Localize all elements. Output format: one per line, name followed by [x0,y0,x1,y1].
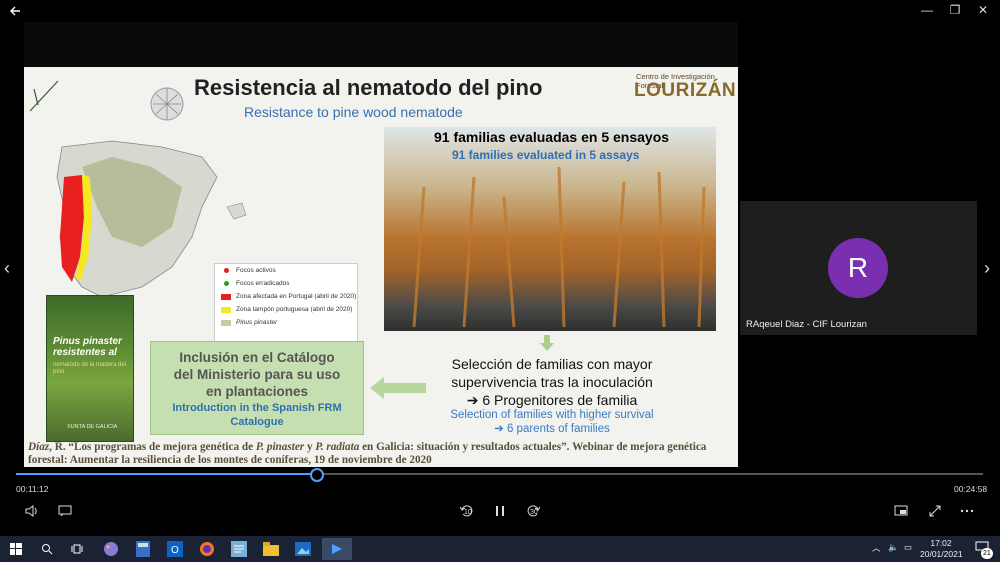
elapsed-time: 00:11:12 [16,484,49,494]
notes-icon [231,541,247,557]
seek-progress [16,473,316,475]
window-titlebar [0,0,1000,22]
windows-icon [10,543,22,555]
legend-item: Zona afectada en Portugal (abril de 2020… [215,290,357,303]
participant-name: RAqeuel Diaz - CIF Lourizan [746,319,867,330]
catalogue-box: Inclusión en el Catálogo del Ministerio p… [150,341,364,435]
firefox-icon [200,542,214,556]
yellow-swatch-icon [221,306,231,313]
more-icon [960,509,974,513]
rewind-seconds: 10 [464,509,472,516]
institution-logo: LOURIZÁN [634,80,737,101]
book-title-2: resistentes al [53,347,117,358]
start-button[interactable] [5,539,27,559]
book-cover: Pinus pinaster resistentes al nematodo de… [46,295,134,442]
map-legend: Focos activos Focos erradicados Zona afe… [214,263,358,343]
legend-item: Focos activos [215,264,357,277]
photo-heading-es: 91 familias evaluadas en 5 ensayos [434,129,670,145]
taskbar-app-photos[interactable] [292,539,314,559]
forward-button[interactable]: 30 [522,503,544,519]
greenhouse-photo: 91 familias evaluadas en 5 ensayos 91 fa… [384,127,716,331]
taskbar-app-firefox[interactable] [196,539,218,559]
task-view-button[interactable] [66,539,88,559]
tray-network-icon[interactable]: ▭ [904,542,912,553]
taskbar-app-outlook[interactable]: O [164,539,186,559]
photos-icon [295,542,311,556]
legend-item: Focos erradicados [215,277,357,290]
beige-swatch-icon [221,319,231,326]
task-view-icon [71,544,83,554]
outlook-icon: O [167,541,183,557]
taskbar-app-calculator[interactable] [132,539,154,559]
selection-text-en: Selection of families with higher surviv… [450,409,654,435]
video-player-icon [332,544,342,554]
palette-icon [104,542,118,556]
maximize-button[interactable]: ❐ [940,0,970,20]
avatar: R [828,238,888,298]
total-time: 00:24:58 [954,484,988,494]
legend-item: Pinus pinaster [215,316,357,329]
red-dot-icon [224,268,229,273]
tray-speaker-icon[interactable]: 🔈 [888,542,899,553]
catalogue-en-1: Introduction in the Spanish FRM [172,402,342,414]
pause-button[interactable] [489,503,511,519]
rewind-button[interactable]: 10 [456,503,478,519]
catalogue-en-2: Catalogue [230,416,284,428]
volume-icon [25,505,37,517]
notification-count: 21 [981,548,993,559]
back-arrow-icon [10,6,20,16]
decorative-line-icon [29,80,59,112]
catalogue-es-2: del Ministerio para su uso [173,367,341,382]
down-arrow-icon [540,335,554,351]
clock-date: 20/01/2021 [920,549,963,559]
previous-chevron-icon[interactable]: ‹ [4,258,10,279]
miniview-icon [894,505,908,516]
clock-time: 17:02 [930,538,952,548]
catalogue-es-1: Inclusión en el Catálogo [179,350,335,365]
left-arrow-icon [370,377,426,399]
selection-text-es: Selección de familias con mayor supervive… [451,356,653,408]
svg-text:O: O [171,545,179,556]
taskbar-app-notes[interactable] [228,539,250,559]
slide-subtitle: Resistance to pine wood nematode [244,104,463,120]
photo-heading-en: 91 families evaluated in 5 assays [452,148,640,162]
back-button[interactable] [0,0,30,22]
catalogue-es-3: en plantaciones [205,384,309,399]
miniview-button[interactable] [890,503,912,519]
clock[interactable]: 17:02 20/01/2021 [920,538,963,560]
forward-seconds: 30 [530,509,538,516]
legend-item: Zona tampón portuguesa (abril de 2020) [215,303,357,316]
video-letterbox [24,22,738,67]
presentation-slide: Resistencia al nematodo del pino Resista… [24,67,738,467]
taskbar-app-paint[interactable] [100,539,122,559]
notifications-button[interactable]: 21 [972,541,993,559]
green-dot-icon [224,281,229,286]
pause-icon [496,506,504,516]
book-publisher: XUNTA DE GALICIA [67,424,118,430]
search-icon [42,544,53,555]
book-title-1: Pinus pinaster [53,336,122,347]
search-button[interactable] [36,539,58,559]
close-button[interactable]: ✕ [968,0,998,20]
red-swatch-icon [221,293,231,300]
taskbar-app-explorer[interactable] [260,539,282,559]
folder-icon [263,542,279,556]
globe-logo-icon [150,87,184,121]
slide-title: Resistencia al nematodo del pino [194,75,543,100]
captions-icon [58,505,72,517]
fullscreen-icon [929,505,941,517]
minimize-button[interactable]: — [912,0,942,20]
fullscreen-button[interactable] [924,503,946,519]
seek-thumb[interactable] [309,468,324,482]
captions-button[interactable] [54,503,76,519]
taskbar-app-video-player[interactable] [322,538,352,560]
more-options-button[interactable] [956,503,978,519]
next-chevron-icon[interactable]: › [984,258,990,279]
book-subtitle: nematodo de la madera del pino [53,362,127,375]
calculator-icon [136,541,150,557]
tray-expand-icon[interactable]: ︿ [872,543,881,554]
citation: Díaz, R. “Los programas de mejora genéti… [28,441,707,466]
volume-button[interactable] [21,503,43,519]
